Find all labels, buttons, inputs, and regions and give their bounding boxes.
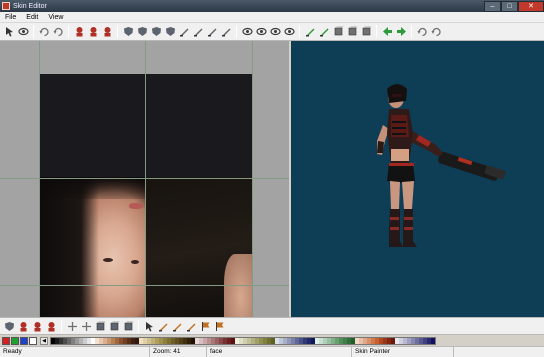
- character-model[interactable]: [291, 41, 544, 317]
- bodypart-torso-icon[interactable]: [87, 26, 99, 38]
- toolbar-separator: [68, 25, 69, 38]
- face-icon[interactable]: [31, 320, 43, 332]
- camera-rotate-icon[interactable]: [269, 26, 281, 38]
- main-toolbar: [0, 23, 544, 41]
- helmet-icon[interactable]: [45, 320, 57, 332]
- texture-editor-canvas[interactable]: [0, 41, 289, 317]
- shield-front-icon[interactable]: [122, 26, 134, 38]
- cube-icon[interactable]: [94, 320, 106, 332]
- arrow-left-icon[interactable]: [381, 26, 393, 38]
- fill-icon[interactable]: [185, 320, 197, 332]
- window-title: Skin Editor: [13, 2, 47, 10]
- view-top-icon[interactable]: [220, 26, 232, 38]
- hair-fringe-region: [39, 177, 145, 199]
- color-palette: ◀: [0, 335, 544, 346]
- layer-merge-icon[interactable]: [360, 26, 372, 38]
- grid-line: [252, 41, 253, 317]
- move-icon[interactable]: [66, 320, 78, 332]
- eye-texture: [131, 260, 139, 264]
- flip-icon[interactable]: [430, 26, 442, 38]
- camera-icon[interactable]: [255, 26, 267, 38]
- redo-icon[interactable]: [52, 26, 64, 38]
- current-color-quaternary[interactable]: [29, 336, 37, 345]
- shield-left-icon[interactable]: [150, 26, 162, 38]
- lips-texture: [129, 203, 143, 209]
- weapon-model: [438, 151, 506, 181]
- app-icon: [2, 2, 10, 10]
- layer-new-icon[interactable]: [332, 26, 344, 38]
- status-bar: Ready Zoom: 41 face Skin Painter: [0, 346, 544, 357]
- brush-icon[interactable]: [171, 320, 183, 332]
- grid-line: [145, 41, 146, 317]
- minimize-button[interactable]: –: [484, 0, 501, 12]
- shield-icon[interactable]: [3, 320, 15, 332]
- camera-reset-icon[interactable]: [283, 26, 295, 38]
- shield-right-icon[interactable]: [164, 26, 176, 38]
- palette-swatches: [50, 336, 436, 345]
- bodypart-head-icon[interactable]: [73, 26, 85, 38]
- status-empty: [454, 347, 544, 357]
- map-import-icon[interactable]: [318, 26, 330, 38]
- grid-line: [39, 41, 40, 317]
- toolbar-separator: [33, 25, 34, 38]
- head-icon[interactable]: [17, 320, 29, 332]
- menu-edit[interactable]: Edit: [21, 14, 43, 21]
- select-tool-icon[interactable]: [143, 320, 155, 332]
- toolbar-separator: [236, 25, 237, 38]
- view-side-icon[interactable]: [206, 26, 218, 38]
- bodypart-arms-icon[interactable]: [101, 26, 113, 38]
- status-state: Ready: [0, 347, 150, 357]
- status-mode: Skin Painter: [352, 347, 454, 357]
- close-button[interactable]: ✕: [518, 0, 544, 12]
- view-back-icon[interactable]: [192, 26, 204, 38]
- toolbar-separator: [299, 25, 300, 38]
- paint-toolbar: [0, 317, 544, 335]
- toolbar-separator: [138, 319, 139, 333]
- color-swatch[interactable]: [431, 337, 435, 344]
- title-bar: Skin Editor – □ ✕: [0, 0, 544, 12]
- pointer-tool-icon[interactable]: [3, 26, 15, 38]
- eye-texture: [103, 258, 113, 262]
- view-front-icon[interactable]: [178, 26, 190, 38]
- toolbar-separator: [376, 25, 377, 38]
- toolbar-separator: [411, 25, 412, 38]
- grid-line: [0, 285, 289, 286]
- current-color-secondary[interactable]: [11, 336, 19, 345]
- status-part: face: [207, 347, 352, 357]
- current-color-primary[interactable]: [2, 336, 10, 345]
- menu-bar: File Edit View: [0, 12, 544, 23]
- palette-scroll-left-icon[interactable]: ◀: [40, 336, 48, 345]
- eyedropper-tool-icon[interactable]: [17, 26, 29, 38]
- grid-line: [0, 178, 289, 179]
- flag-icon[interactable]: [199, 320, 211, 332]
- mirror-icon[interactable]: [416, 26, 428, 38]
- layer-copy-icon[interactable]: [346, 26, 358, 38]
- current-color-tertiary[interactable]: [20, 336, 28, 345]
- link-icon[interactable]: [80, 320, 92, 332]
- pencil-icon[interactable]: [157, 320, 169, 332]
- arrow-right-icon[interactable]: [395, 26, 407, 38]
- menu-view[interactable]: View: [43, 14, 68, 21]
- menu-file[interactable]: File: [0, 14, 21, 21]
- flag-alt-icon[interactable]: [213, 320, 225, 332]
- maximize-button[interactable]: □: [501, 0, 518, 12]
- box-icon[interactable]: [108, 320, 120, 332]
- map-export-icon[interactable]: [304, 26, 316, 38]
- cube-solid-icon[interactable]: [122, 320, 134, 332]
- eye-icon[interactable]: [241, 26, 253, 38]
- undo-icon[interactable]: [38, 26, 50, 38]
- model-3d-viewport[interactable]: [291, 41, 544, 317]
- toolbar-separator: [117, 25, 118, 38]
- toolbar-separator: [61, 319, 62, 333]
- shield-back-icon[interactable]: [136, 26, 148, 38]
- status-zoom: Zoom: 41: [150, 347, 207, 357]
